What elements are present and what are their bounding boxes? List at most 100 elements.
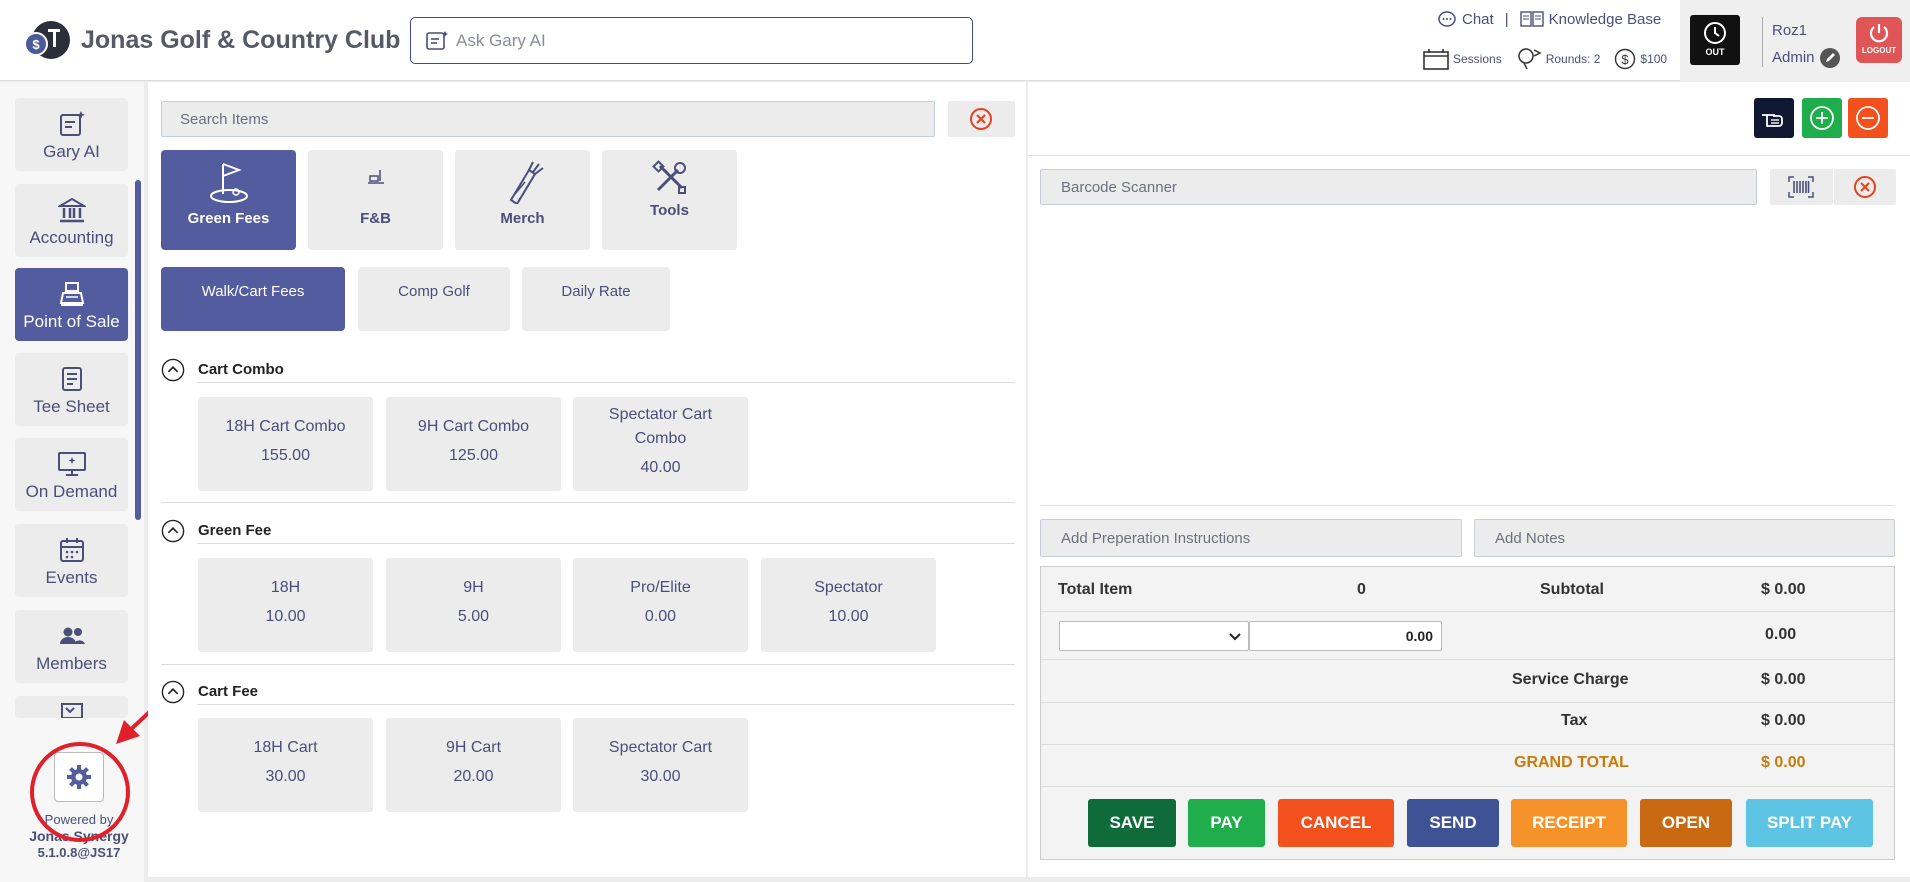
barcode-scan-button[interactable] bbox=[1770, 169, 1833, 205]
item-tile[interactable]: 9H 5.00 bbox=[386, 558, 561, 652]
item-tile[interactable]: 18H 10.00 bbox=[198, 558, 373, 652]
item-price: 5.00 bbox=[457, 608, 490, 625]
clock-out-label: OUT bbox=[1705, 47, 1725, 57]
subtotal-value: $ 0.00 bbox=[1761, 581, 1806, 598]
prep-instructions-box[interactable] bbox=[1040, 519, 1462, 557]
sessions-link[interactable]: Sessions bbox=[1453, 52, 1502, 66]
ask-gary-input[interactable] bbox=[456, 26, 956, 56]
clock-out-button[interactable]: OUT bbox=[1690, 15, 1740, 65]
book-icon bbox=[1519, 11, 1544, 27]
session-info: Sessions Rounds: 2 $ $100 bbox=[1423, 48, 1667, 70]
discount-amount-input[interactable]: 0.00 bbox=[1249, 621, 1442, 651]
summary-divider bbox=[1041, 659, 1894, 660]
order-divider bbox=[1040, 505, 1895, 506]
open-button[interactable]: OPEN bbox=[1640, 799, 1732, 847]
sidebar-item-point-of-sale[interactable]: Point of Sale bbox=[15, 268, 128, 341]
calendar-icon bbox=[59, 538, 84, 562]
item-tile[interactable]: 9H Cart Combo 125.00 bbox=[386, 397, 561, 491]
section-divider bbox=[197, 543, 1015, 544]
item-price: 30.00 bbox=[640, 768, 681, 785]
hand-point-button[interactable] bbox=[1754, 98, 1794, 138]
chevron-down-icon bbox=[1229, 633, 1241, 641]
item-tile[interactable]: Spectator Cart Combo 40.00 bbox=[573, 397, 748, 491]
logout-button[interactable]: LOGOUT bbox=[1856, 17, 1902, 63]
category-merch[interactable]: Merch bbox=[455, 150, 590, 250]
search-items-input[interactable] bbox=[162, 102, 934, 136]
pay-button[interactable]: PAY bbox=[1188, 799, 1265, 847]
close-circle-icon bbox=[970, 108, 992, 130]
receipt-button[interactable]: RECEIPT bbox=[1511, 799, 1627, 847]
item-name: 18H Cart bbox=[253, 739, 318, 756]
chevron-up-icon[interactable] bbox=[161, 358, 185, 382]
remove-qty-button[interactable] bbox=[1848, 98, 1888, 138]
item-tile[interactable]: 9H Cart 20.00 bbox=[386, 718, 561, 812]
item-tile[interactable]: Spectator 10.00 bbox=[761, 558, 936, 652]
category-green-fees[interactable]: Green Fees bbox=[161, 150, 296, 250]
section-title: Cart Fee bbox=[198, 683, 259, 700]
sidebar-scrollbar[interactable] bbox=[135, 180, 141, 520]
sidebar-item-on-demand[interactable]: On Demand bbox=[15, 438, 128, 511]
pointing-hand-icon bbox=[1762, 114, 1783, 127]
plus-circle-icon bbox=[1810, 106, 1834, 130]
ask-gary-box[interactable] bbox=[410, 17, 973, 64]
prep-instructions-input[interactable] bbox=[1041, 520, 1461, 556]
register-icon bbox=[59, 282, 84, 306]
add-notes-box[interactable] bbox=[1474, 519, 1895, 557]
grand-total-value: $ 0.00 bbox=[1761, 754, 1806, 771]
add-qty-button[interactable] bbox=[1802, 98, 1842, 138]
food-icon bbox=[367, 170, 384, 184]
category-tools[interactable]: Tools bbox=[602, 150, 737, 250]
item-price: 40.00 bbox=[640, 459, 681, 476]
category-label: Merch bbox=[500, 210, 545, 227]
category-fnb[interactable]: F&B bbox=[308, 150, 443, 250]
logout-label: LOGOUT bbox=[1861, 46, 1897, 55]
partial-icon bbox=[60, 703, 83, 718]
add-notes-input[interactable] bbox=[1475, 520, 1894, 556]
rounds-count: Rounds: 2 bbox=[1545, 52, 1601, 66]
sidebar-item-accounting[interactable]: Accounting bbox=[15, 184, 128, 257]
account-balance: $100 bbox=[1640, 52, 1668, 66]
item-tile[interactable]: Pro/Elite 0.00 bbox=[573, 558, 748, 652]
power-icon bbox=[1869, 24, 1889, 43]
monitor-icon bbox=[57, 452, 86, 476]
clear-barcode-button[interactable] bbox=[1834, 169, 1896, 205]
subtab-comp-golf[interactable]: Comp Golf bbox=[358, 267, 510, 331]
barcode-scanner-input[interactable] bbox=[1041, 170, 1756, 204]
item-tile[interactable]: 18H Cart Combo 155.00 bbox=[198, 397, 373, 491]
sidebar-item-events[interactable]: Events bbox=[15, 524, 128, 597]
cancel-button[interactable]: CANCEL bbox=[1278, 799, 1394, 847]
clear-search-button[interactable] bbox=[948, 101, 1015, 137]
chevron-up-icon[interactable] bbox=[161, 519, 185, 543]
item-name: 9H bbox=[463, 579, 484, 596]
section-divider bbox=[197, 382, 1015, 383]
sidebar-item-label: Tee Sheet bbox=[33, 397, 110, 416]
order-divider bbox=[1028, 155, 1910, 156]
item-name: 18H Cart Combo bbox=[225, 418, 346, 435]
search-items-box[interactable] bbox=[161, 101, 935, 137]
section-title: Cart Combo bbox=[198, 361, 284, 378]
send-button[interactable]: SEND bbox=[1407, 799, 1499, 847]
barcode-scanner-box[interactable] bbox=[1040, 169, 1757, 205]
sidebar-item-gary-ai[interactable]: Gary AI bbox=[15, 98, 128, 171]
tools-icon bbox=[651, 160, 686, 194]
sidebar-item-tee-sheet[interactable]: Tee Sheet bbox=[15, 353, 128, 426]
golf-flag-icon bbox=[209, 163, 248, 203]
item-price: 0.00 bbox=[644, 608, 677, 625]
edit-profile-icon[interactable] bbox=[1819, 47, 1841, 69]
item-tile[interactable]: Spectator Cart 30.00 bbox=[573, 718, 748, 812]
item-name: Pro/Elite bbox=[630, 579, 691, 596]
section-title: Green Fee bbox=[198, 522, 272, 539]
grand-total-label: GRAND TOTAL bbox=[1514, 754, 1629, 771]
chat-link[interactable]: Chat bbox=[1462, 11, 1494, 28]
section-divider bbox=[197, 704, 1015, 705]
item-name: Spectator Cart Combo bbox=[608, 406, 713, 447]
subtab-walk-cart-fees[interactable]: Walk/Cart Fees bbox=[161, 267, 345, 331]
save-button[interactable]: SAVE bbox=[1088, 799, 1176, 847]
discount-type-select[interactable] bbox=[1059, 621, 1249, 651]
subtab-daily-rate[interactable]: Daily Rate bbox=[522, 267, 670, 331]
chevron-up-icon[interactable] bbox=[161, 680, 185, 704]
item-tile[interactable]: 18H Cart 30.00 bbox=[198, 718, 373, 812]
item-price: 125.00 bbox=[449, 447, 498, 464]
knowledge-base-link[interactable]: Knowledge Base bbox=[1549, 11, 1662, 28]
split-pay-button[interactable]: SPLIT PAY bbox=[1746, 799, 1873, 847]
